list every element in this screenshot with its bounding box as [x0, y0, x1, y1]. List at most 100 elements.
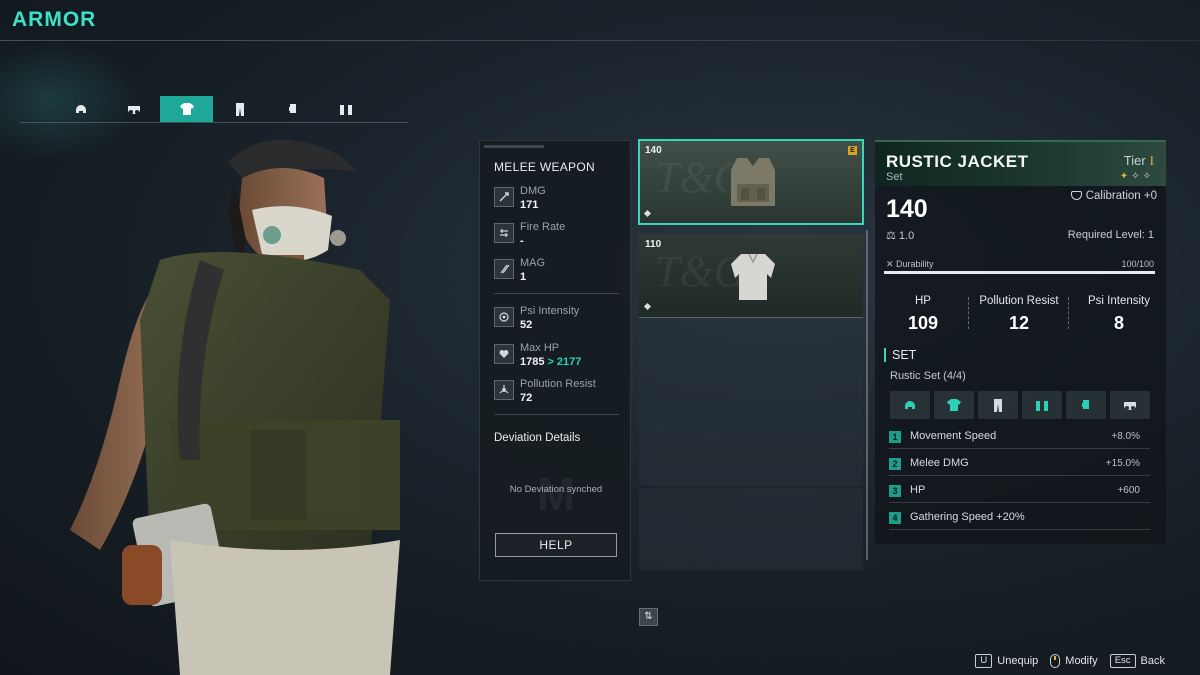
panel-divider: [494, 414, 619, 415]
helmet-icon: [905, 401, 915, 409]
stat-label: Pollution Resist: [520, 378, 596, 390]
help-button[interactable]: HELP: [495, 533, 617, 557]
tier-stars: ✦✧✧: [1120, 171, 1154, 182]
item-marker: [643, 302, 652, 311]
durability-label: ✕ Durability: [886, 259, 934, 270]
required-level: Required Level: 1: [1067, 229, 1154, 241]
stat-row-psi: Psi Intensity 52: [494, 305, 579, 332]
gloves-icon: [1082, 400, 1089, 409]
deviation-message: No Deviation synched: [509, 484, 603, 495]
stat-value-row: 1785 >2177: [520, 355, 581, 369]
stat-value: 1: [520, 271, 527, 283]
stat-row-fire-rate: Fire Rate -: [494, 221, 565, 248]
set-piece[interactable]: [1022, 391, 1062, 419]
item-weight: ⚖ 1.0: [886, 229, 914, 242]
set-piece[interactable]: [934, 391, 974, 419]
set-piece[interactable]: [1110, 391, 1150, 419]
footer-hints: U Unequip Modify Esc Back: [975, 654, 1165, 668]
deviation-title: Deviation Details: [494, 432, 581, 444]
durability-bar: [884, 271, 1155, 274]
star-icon: ✧: [1142, 171, 1154, 182]
back-hint[interactable]: Esc Back: [1109, 654, 1165, 668]
heart-icon: [494, 344, 514, 364]
set-bonus-row: 3 HP +600: [889, 481, 1150, 503]
set-piece[interactable]: [890, 391, 930, 419]
set-bonus-row: 2 Melee DMG +15.0%: [889, 454, 1150, 476]
stat-arrow: >: [547, 356, 554, 368]
list-scrollbar[interactable]: [866, 230, 868, 560]
bonus-number: 3: [889, 485, 901, 497]
item-power: 110: [645, 239, 662, 250]
unequip-hint[interactable]: U Unequip: [975, 654, 1038, 668]
bonus-value: +15.0%: [1105, 458, 1140, 469]
set-piece[interactable]: [978, 391, 1018, 419]
item-list: T&G 140 E T&G 110: [638, 139, 868, 598]
item-card[interactable]: T&G 110: [639, 234, 863, 318]
tab-mask[interactable]: [107, 96, 160, 122]
stat-row-dmg: DMG 171: [494, 185, 546, 212]
modify-hint[interactable]: Modify: [1050, 654, 1098, 668]
stat-value: 52: [520, 319, 533, 331]
attr-label: Pollution Resist: [979, 295, 1059, 307]
character-model: [70, 139, 400, 675]
attr-separator: [968, 297, 969, 329]
durability-fill: [884, 271, 1155, 274]
boots-icon: [1036, 401, 1048, 411]
set-name: Rustic Set (4/4): [890, 370, 966, 382]
key-u: U: [975, 654, 993, 668]
sort-button[interactable]: ⇅: [639, 608, 658, 626]
white-jacket-icon: [731, 253, 775, 300]
weight-icon: ⚖: [886, 230, 899, 242]
stat-label: Psi Intensity: [520, 305, 580, 317]
unequip-label: Unequip: [997, 655, 1039, 667]
deviation-emblem: M: [536, 468, 576, 520]
tab-helmet[interactable]: [54, 96, 107, 122]
weapon-stats-panel: MELEE WEAPON DMG 171 Fire Rate - MAG 1 P…: [479, 140, 631, 581]
mag-icon: [494, 259, 514, 279]
attr-value: 109: [907, 313, 939, 333]
item-marker: [643, 209, 652, 218]
set-title: SET: [884, 348, 916, 362]
item-card-selected[interactable]: T&G 140 E: [638, 139, 864, 225]
star-icon: ✧: [1131, 171, 1143, 182]
tier-text: Tier: [1123, 153, 1146, 168]
weapon-title: MELEE WEAPON: [494, 160, 595, 174]
bonus-name: HP: [910, 484, 926, 496]
item-type: Set: [886, 171, 903, 183]
bonus-name: Melee DMG: [910, 457, 969, 469]
key-esc: Esc: [1109, 654, 1136, 668]
gloves-icon: [288, 104, 296, 113]
durability-value: 100/100: [1121, 259, 1154, 269]
stat-row-mag: MAG 1: [494, 257, 545, 284]
helmet-icon: [75, 105, 86, 113]
attr-label: HP: [915, 295, 931, 307]
tab-boots[interactable]: [319, 96, 372, 122]
screen-title: ARMOR: [12, 8, 97, 31]
set-piece[interactable]: [1066, 391, 1106, 419]
dmg-icon: [494, 187, 514, 207]
tab-pants[interactable]: [213, 96, 266, 122]
tier-label: Tier I: [1124, 153, 1154, 169]
pants-icon: [994, 399, 1002, 412]
boots-icon: [339, 105, 352, 115]
item-name: RUSTIC JACKET: [886, 152, 1029, 171]
durability-text: Durability: [896, 259, 934, 269]
bonus-number: 1: [889, 431, 901, 443]
tab-jacket[interactable]: [160, 96, 213, 122]
stat-value: 171: [520, 199, 539, 211]
calibration-icon: [1070, 191, 1082, 200]
stat-row-max-hp: Max HP 1785 >2177: [494, 342, 581, 369]
jacket-icon: [947, 399, 961, 411]
psi-icon: [494, 307, 514, 327]
bonus-name: Gathering Speed +20%: [910, 511, 1025, 523]
item-detail-panel: RUSTIC JACKET Set Tier I ✦✧✧ Calibration …: [875, 140, 1166, 544]
empty-slot: [639, 488, 863, 570]
wrench-icon: ✕: [886, 259, 897, 269]
attr-value: 12: [1008, 313, 1030, 333]
jacket-icon: [179, 103, 194, 115]
bonus-number: 2: [889, 458, 901, 470]
mask-icon: [127, 106, 140, 114]
tier-roman: I: [1149, 153, 1154, 168]
tab-gloves[interactable]: [266, 96, 319, 122]
equipped-badge: E: [848, 146, 857, 155]
